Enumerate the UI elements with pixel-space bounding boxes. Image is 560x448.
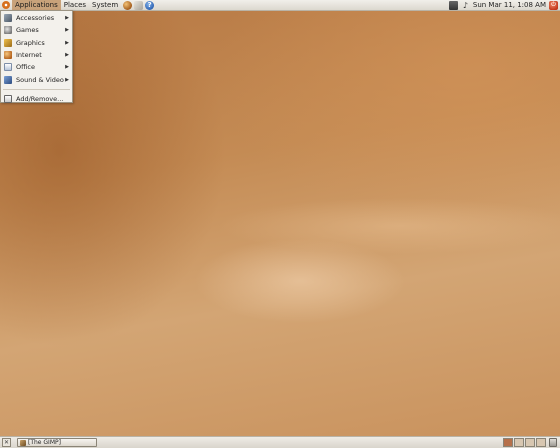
menu-item-internet[interactable]: Internet ▶ [1, 49, 72, 61]
clock[interactable]: Sun Mar 11, 1:08 AM [473, 1, 546, 9]
menu-item-label: Internet [16, 51, 42, 60]
menu-item-label: Office [16, 63, 35, 72]
submenu-arrow-icon: ▶ [65, 76, 69, 83]
system-menu[interactable]: System [89, 0, 121, 11]
desktop-background [0, 11, 560, 436]
menu-item-label: Graphics [16, 38, 45, 47]
internet-icon [4, 51, 12, 60]
workspace-2[interactable] [514, 438, 524, 447]
add-remove-icon [4, 94, 12, 103]
show-desktop-button[interactable]: ✕ [2, 438, 11, 447]
menu-item-accessories[interactable]: Accessories ▶ [1, 12, 72, 24]
menu-item-graphics[interactable]: Graphics ▶ [1, 37, 72, 49]
menu-item-sound-video[interactable]: Sound & Video ▶ [1, 73, 72, 85]
email-launcher-icon[interactable] [134, 0, 144, 10]
games-icon [4, 26, 12, 35]
accessories-icon [4, 14, 12, 23]
submenu-arrow-icon: ▶ [65, 39, 69, 46]
menu-item-label: Add/Remove... [16, 94, 64, 103]
menu-item-label: Accessories [16, 14, 55, 23]
graphics-icon [4, 38, 12, 47]
quit-icon[interactable]: ⏻ [549, 0, 558, 10]
places-menu[interactable]: Places [61, 0, 89, 11]
submenu-arrow-icon: ▶ [65, 15, 69, 22]
workspace-switcher [502, 438, 546, 447]
network-monitor-icon[interactable] [448, 0, 458, 10]
ubuntu-logo-icon [2, 1, 10, 9]
volume-icon[interactable]: ♪ [461, 1, 470, 10]
menu-separator [3, 88, 70, 90]
taskbar-button-gimp[interactable]: [The GIMP] [17, 438, 97, 447]
gimp-icon [20, 439, 26, 446]
menu-item-label: Games [16, 26, 39, 35]
workspace-3[interactable] [525, 438, 535, 447]
sound-video-icon [4, 75, 12, 84]
menu-item-office[interactable]: Office ▶ [1, 61, 72, 73]
menu-item-add-remove[interactable]: Add/Remove... [1, 93, 72, 105]
help-launcher-icon[interactable]: ? [145, 0, 155, 10]
trash-icon[interactable] [549, 438, 557, 447]
bottom-panel: ✕ [The GIMP] [0, 436, 560, 448]
submenu-arrow-icon: ▶ [65, 64, 69, 71]
submenu-arrow-icon: ▶ [65, 27, 69, 34]
workspace-4[interactable] [536, 438, 546, 447]
top-panel: Applications Places System ? ♪ Sun Mar 1… [0, 0, 560, 11]
menu-item-games[interactable]: Games ▶ [1, 24, 72, 36]
applications-dropdown: Accessories ▶ Games ▶ Graphics ▶ Interne… [0, 10, 73, 103]
taskbar-button-label: [The GIMP] [28, 439, 61, 446]
web-browser-launcher-icon[interactable] [123, 0, 133, 10]
workspace-1[interactable] [503, 438, 513, 447]
menu-item-label: Sound & Video [16, 75, 64, 84]
office-icon [4, 63, 12, 72]
applications-menu[interactable]: Applications [12, 0, 61, 11]
submenu-arrow-icon: ▶ [65, 52, 69, 59]
